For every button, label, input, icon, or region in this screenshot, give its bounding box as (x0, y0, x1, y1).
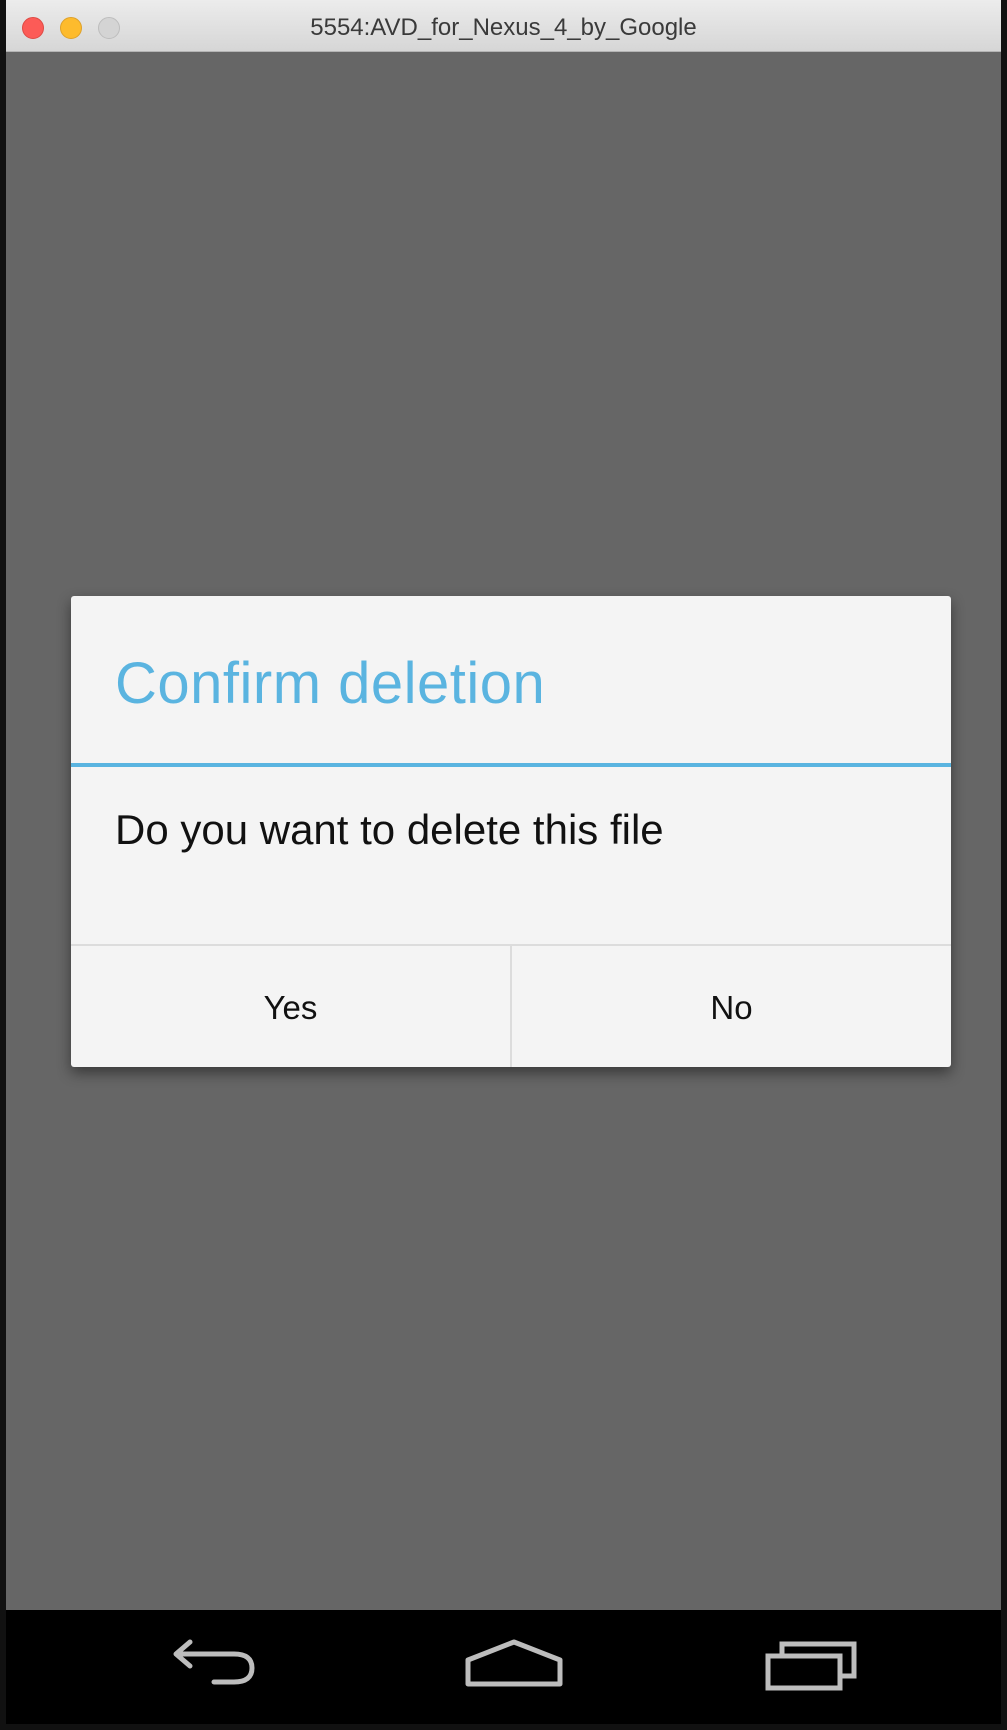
home-icon[interactable] (454, 1632, 574, 1702)
confirm-dialog: Confirm deletion Do you want to delete t… (71, 596, 951, 1067)
dialog-message: Do you want to delete this file (115, 806, 664, 853)
dialog-title: Confirm deletion (115, 651, 546, 716)
dialog-title-divider (71, 763, 951, 767)
yes-button[interactable]: Yes (71, 946, 512, 1067)
window-title: 5554:AVD_for_Nexus_4_by_Google (310, 14, 697, 41)
recents-icon[interactable] (754, 1632, 874, 1702)
emulator-window: 5554:AVD_for_Nexus_4_by_Google Confirm d… (0, 0, 1007, 1730)
navigation-bar (6, 1610, 1001, 1724)
no-button[interactable]: No (512, 946, 951, 1067)
back-icon[interactable] (156, 1632, 276, 1702)
device-screen: Confirm deletion Do you want to delete t… (6, 52, 1001, 1610)
dialog-button-bar: Yes No (71, 944, 951, 1067)
window-titlebar[interactable]: 5554:AVD_for_Nexus_4_by_Google (6, 0, 1001, 52)
